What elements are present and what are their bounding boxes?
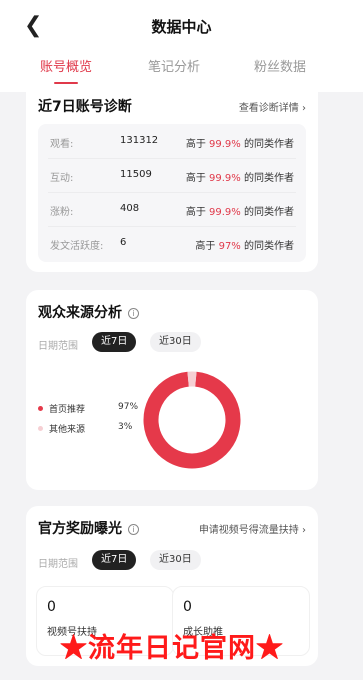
- compare-suffix: 的同类作者: [244, 241, 294, 252]
- diagnosis-row-interactions: 互动: 11509 高于 99.9% 的同类作者: [38, 158, 306, 192]
- range-30-days-button[interactable]: 近30日: [150, 550, 201, 570]
- watermark-banner: ★流年日记官网★: [60, 626, 284, 665]
- audience-source-title: 观众来源分析 i: [38, 302, 139, 322]
- row-value: 6: [120, 237, 127, 248]
- diagnosis-table: 观看: 131312 高于 99.9% 的同类作者 互动: 11509 高于 9…: [38, 124, 306, 262]
- stat-value: 0: [47, 599, 56, 615]
- apply-traffic-support-link[interactable]: 申请视频号得流量扶持 ›: [199, 521, 306, 536]
- compare-suffix: 的同类作者: [244, 139, 294, 150]
- row-label: 观看:: [50, 139, 74, 150]
- compare-suffix: 的同类作者: [244, 173, 294, 184]
- tab-note-analysis[interactable]: 笔记分析: [148, 56, 200, 75]
- star-icon: ★: [256, 633, 284, 664]
- compare-percent: 99.9%: [209, 207, 241, 218]
- compare-percent: 99.9%: [209, 139, 241, 150]
- legend-item-other: 其他来源 3%: [38, 422, 132, 435]
- legend-percent: 3%: [118, 422, 133, 432]
- range-30-days-button[interactable]: 近30日: [150, 332, 201, 352]
- legend-percent: 97%: [118, 402, 139, 412]
- page-title: 数据中心: [151, 18, 212, 36]
- range-7-days-button[interactable]: 近7日: [92, 550, 137, 570]
- row-label: 互动:: [50, 173, 74, 184]
- stat-value: 0: [183, 599, 192, 615]
- compare-suffix: 的同类作者: [244, 207, 294, 218]
- donut-slice-homepage: [143, 371, 241, 469]
- range-7-days-button[interactable]: 近7日: [92, 332, 137, 352]
- date-range-label: 日期范围: [38, 341, 78, 352]
- audience-title-text: 观众来源分析: [38, 305, 122, 321]
- diagnosis-row-followers: 涨粉: 408 高于 99.9% 的同类作者: [38, 192, 306, 226]
- tab-account-overview[interactable]: 账号概览: [40, 56, 92, 75]
- diagnosis-row-views: 观看: 131312 高于 99.9% 的同类作者: [38, 124, 306, 158]
- date-range-label: 日期范围: [38, 559, 78, 570]
- row-compare: 高于 99.9% 的同类作者: [186, 169, 294, 184]
- row-value: 408: [120, 203, 140, 214]
- row-compare: 高于 99.9% 的同类作者: [186, 135, 294, 150]
- compare-prefix: 高于: [195, 241, 216, 252]
- audience-source-card: 观众来源分析 i 日期范围 近7日 近30日 首页推荐 97% 其他来源 3%: [26, 290, 318, 490]
- compare-percent: 99.9%: [209, 173, 241, 184]
- row-value: 131312: [120, 135, 159, 146]
- official-rewards-title: 官方奖励曝光 i: [38, 518, 139, 538]
- row-compare: 高于 99.9% 的同类作者: [186, 203, 294, 218]
- tab-fan-data[interactable]: 粉丝数据: [254, 56, 306, 75]
- diagnosis-row-activity: 发文活跃度: 6 高于 97% 的同类作者: [38, 226, 306, 260]
- info-icon[interactable]: i: [128, 524, 139, 535]
- legend-item-homepage: 首页推荐 97%: [38, 402, 138, 415]
- compare-prefix: 高于: [185, 139, 206, 150]
- compare-prefix: 高于: [185, 207, 206, 218]
- top-bar: ❮ 数据中心 账号概览 笔记分析 粉丝数据: [0, 0, 363, 92]
- row-label: 涨粉:: [50, 207, 74, 218]
- rewards-title-text: 官方奖励曝光: [38, 521, 122, 537]
- row-value: 11509: [120, 169, 152, 180]
- legend-dot: [38, 406, 43, 411]
- diagnosis-card: 近7日账号诊断 查看诊断详情 › 观看: 131312 高于 99.9% 的同类…: [26, 84, 318, 272]
- legend-dot: [38, 426, 43, 431]
- row-label: 发文活跃度:: [50, 241, 104, 252]
- star-icon: ★: [60, 633, 88, 664]
- legend-label: 首页推荐: [49, 405, 86, 415]
- compare-prefix: 高于: [185, 173, 206, 184]
- info-icon[interactable]: i: [128, 308, 139, 319]
- diagnosis-title: 近7日账号诊断: [38, 99, 132, 115]
- audience-donut-chart: [143, 371, 241, 469]
- row-compare: 高于 97% 的同类作者: [195, 237, 294, 252]
- view-diagnosis-details-link[interactable]: 查看诊断详情 ›: [239, 99, 306, 114]
- compare-percent: 97%: [218, 241, 241, 252]
- legend-label: 其他来源: [49, 425, 86, 435]
- watermark-text: 流年日记官网: [88, 633, 256, 664]
